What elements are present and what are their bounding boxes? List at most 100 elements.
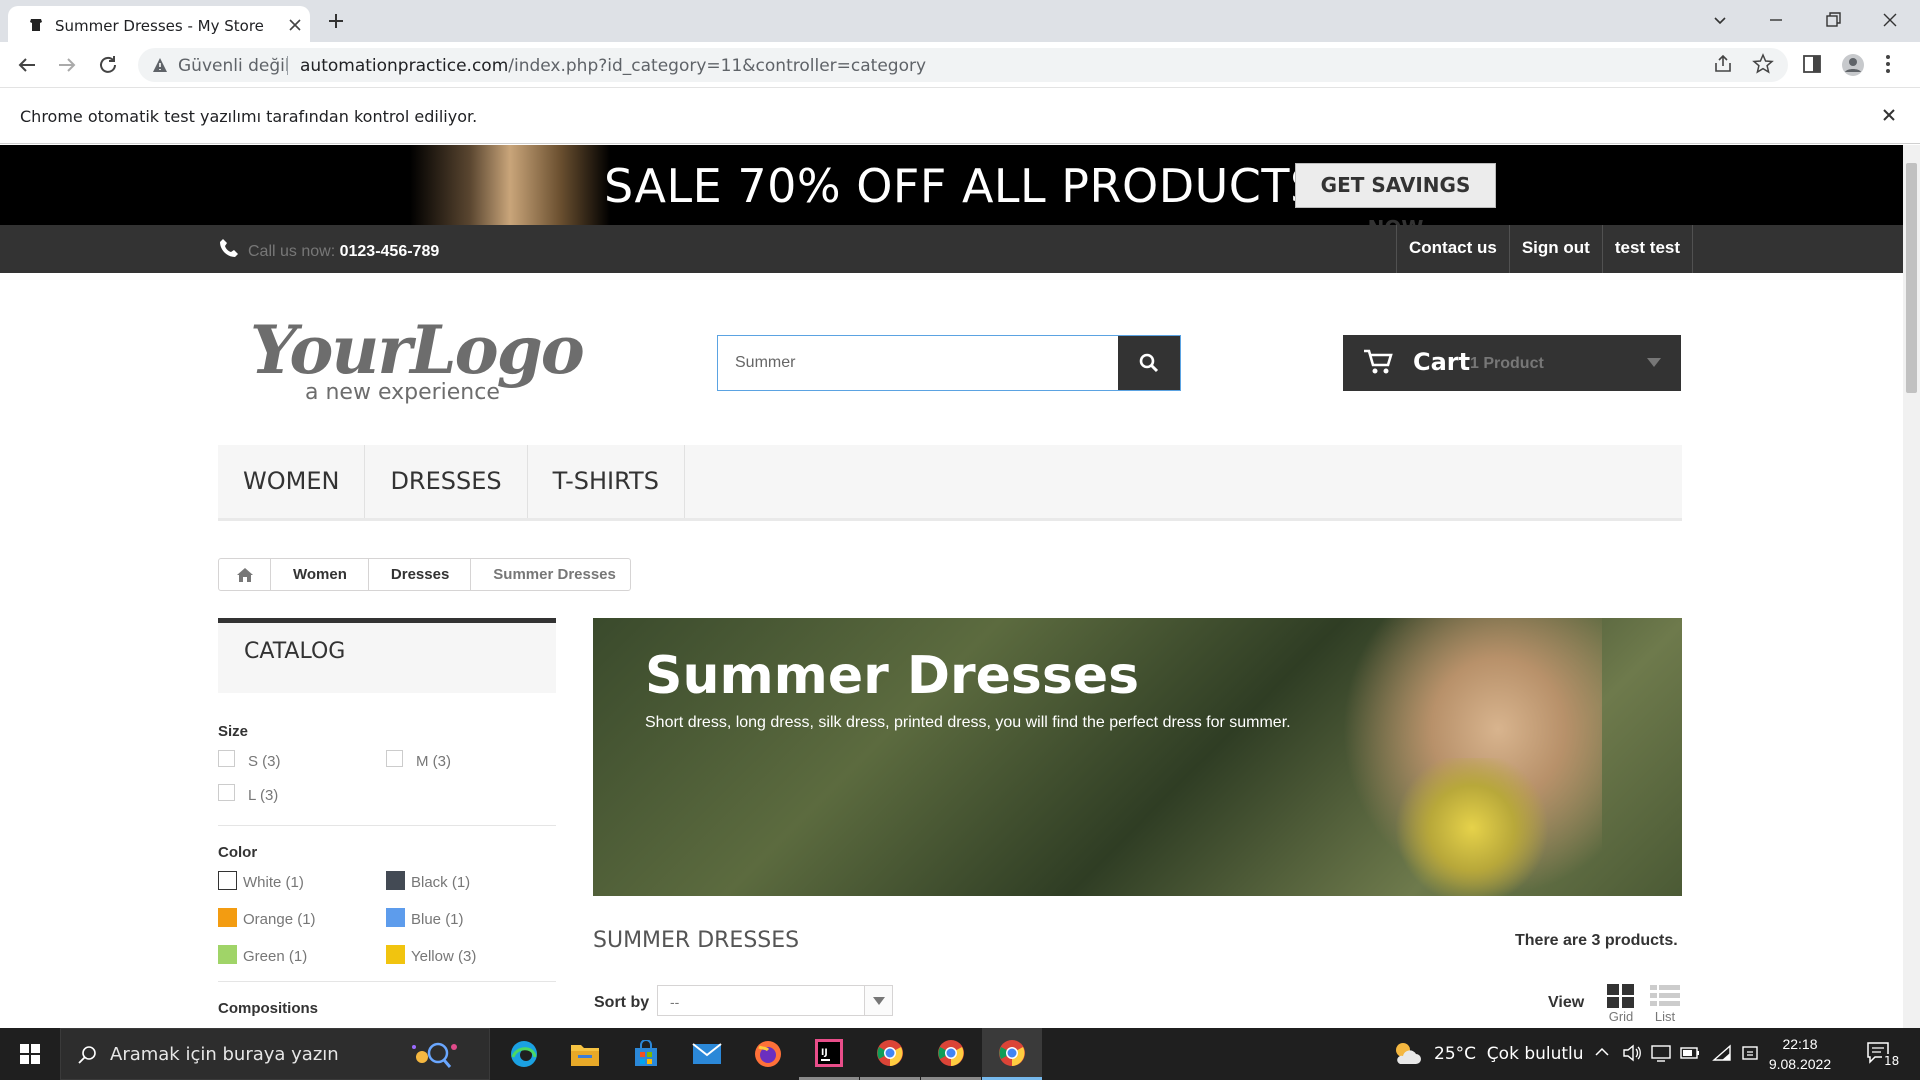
size-option-l[interactable]: L (3)	[218, 782, 338, 804]
restore-icon[interactable]	[1823, 10, 1843, 30]
browser-tab[interactable]: Summer Dresses - My Store	[8, 6, 310, 42]
color-option-blue[interactable]: Blue (1)	[386, 905, 526, 931]
bookmark-star-icon[interactable]	[1752, 53, 1774, 75]
search-button[interactable]	[1118, 336, 1180, 390]
list-view-label: List	[1654, 1009, 1676, 1024]
banner-text: SALE 70% OFF ALL PRODUCTS	[604, 159, 1320, 213]
address-bar[interactable]: Güvenli değil automationpractice.com/ind…	[138, 48, 1788, 82]
filter-divider	[218, 825, 556, 826]
windows-start-icon[interactable]	[0, 1028, 60, 1080]
menu-item-dresses[interactable]: DRESSES	[365, 445, 528, 518]
color-swatch[interactable]	[218, 908, 237, 927]
cart-icon	[1363, 349, 1393, 375]
cart-quantity: 1 Product	[1470, 355, 1544, 372]
get-savings-button[interactable]: GET SAVINGS NOW	[1295, 163, 1496, 225]
profile-avatar-icon[interactable]	[1841, 53, 1865, 77]
share-icon[interactable]	[1712, 53, 1734, 75]
weather-widget[interactable]: 25°C Çok bulutlu	[1392, 1028, 1652, 1080]
forward-arrow-icon[interactable]	[56, 54, 78, 76]
taskbar-search[interactable]: Aramak için buraya yazın	[60, 1028, 490, 1080]
color-swatch[interactable]	[386, 871, 405, 890]
notifications-icon[interactable]: 18	[1866, 1040, 1902, 1068]
breadcrumb-women[interactable]: Women	[271, 559, 369, 590]
color-filter-title: Color	[218, 844, 258, 861]
menu-item-women[interactable]: WOMEN	[218, 445, 366, 518]
page-viewport: SALE 70% OFF ALL PRODUCTS GET SAVINGS NO…	[0, 145, 1920, 1028]
category-banner-description: Short dress, long dress, silk dress, pri…	[645, 714, 1291, 731]
firefox-icon[interactable]	[738, 1028, 798, 1080]
color-option-orange[interactable]: Orange (1)	[218, 905, 358, 931]
wifi-icon[interactable]	[1712, 1044, 1732, 1064]
color-option-yellow[interactable]: Yellow (3)	[386, 942, 526, 968]
menu-kebab-icon[interactable]	[1884, 53, 1892, 75]
sort-select[interactable]: --	[657, 985, 893, 1016]
browser-toolbar: Güvenli değil automationpractice.com/ind…	[0, 42, 1920, 88]
search-input[interactable]	[718, 336, 1118, 390]
sale-banner[interactable]: SALE 70% OFF ALL PRODUCTS GET SAVINGS NO…	[0, 145, 1903, 225]
account-name-link[interactable]: test test	[1601, 225, 1694, 273]
product-count: There are 3 products.	[1515, 932, 1678, 949]
minimize-icon[interactable]	[1766, 10, 1786, 30]
infobar-close-icon[interactable]	[1882, 108, 1896, 122]
microsoft-store-icon[interactable]	[616, 1028, 676, 1080]
chevron-down-icon[interactable]	[864, 986, 892, 1015]
color-option-black[interactable]: Black (1)	[386, 868, 526, 894]
window-close-icon[interactable]	[1880, 10, 1900, 30]
checkbox[interactable]	[218, 784, 235, 801]
back-arrow-icon[interactable]	[16, 54, 38, 76]
list-view-button[interactable]: List	[1649, 983, 1681, 1024]
contact-us-link[interactable]: Contact us	[1396, 225, 1509, 273]
cart-button[interactable]: Cart 1 Product	[1343, 335, 1681, 391]
cloudy-weather-icon	[1392, 1040, 1422, 1066]
color-option-green[interactable]: Green (1)	[218, 942, 358, 968]
reload-icon[interactable]	[97, 54, 119, 76]
windows-taskbar: Aramak için buraya yazın IJ 25°C Çok bul…	[0, 1028, 1920, 1080]
clock[interactable]: 22:18 9.08.2022	[1760, 1034, 1840, 1074]
volume-icon[interactable]	[1622, 1044, 1642, 1064]
side-panel-icon[interactable]	[1801, 53, 1823, 75]
chrome-icon[interactable]	[982, 1028, 1042, 1080]
top-navbar: Call us now: 0123-456-789 Contact us Sig…	[0, 225, 1903, 273]
scrollbar-thumb[interactable]	[1906, 163, 1917, 393]
url-domain: automationpractice.com	[300, 56, 509, 76]
size-option-m[interactable]: M (3)	[386, 748, 506, 770]
page-scrollbar[interactable]	[1903, 145, 1920, 1028]
svg-text:YourLogo: YourLogo	[250, 311, 583, 389]
chevron-up-icon[interactable]	[1594, 1044, 1610, 1064]
color-option-white[interactable]: White (1)	[218, 868, 358, 894]
color-swatch[interactable]	[386, 908, 405, 927]
file-explorer-icon[interactable]	[555, 1028, 615, 1080]
color-swatch[interactable]	[218, 871, 237, 890]
menu-item-tshirts[interactable]: T-SHIRTS	[528, 445, 685, 518]
account-links: Contact us Sign out test test	[1396, 225, 1694, 273]
size-option-s[interactable]: S (3)	[218, 748, 338, 770]
battery-icon[interactable]	[1680, 1044, 1700, 1064]
tab-search-chevron-icon[interactable]	[1710, 10, 1730, 30]
mail-icon[interactable]	[677, 1028, 737, 1080]
url-path: /index.php?id_category=11&controller=cat…	[508, 56, 927, 76]
edge-icon[interactable]	[494, 1028, 554, 1080]
new-tab-icon[interactable]	[326, 11, 346, 31]
view-label: View	[1548, 994, 1585, 1011]
home-icon[interactable]	[219, 559, 271, 590]
notification-count: 18	[1882, 1054, 1902, 1068]
intellij-icon[interactable]: IJ	[799, 1028, 859, 1080]
keyboard-language-icon[interactable]	[1742, 1044, 1758, 1064]
tab-strip: Summer Dresses - My Store	[0, 0, 1920, 42]
sign-out-link[interactable]: Sign out	[1508, 225, 1602, 273]
grid-view-button[interactable]: Grid	[1606, 983, 1636, 1024]
checkbox[interactable]	[218, 750, 235, 767]
checkbox[interactable]	[386, 750, 403, 767]
chrome-icon[interactable]	[860, 1028, 920, 1080]
warning-icon[interactable]	[152, 57, 168, 73]
tab-close-icon[interactable]	[288, 18, 302, 32]
color-swatch[interactable]	[386, 945, 405, 964]
chrome-icon[interactable]	[921, 1028, 981, 1080]
url-text[interactable]: automationpractice.com/index.php?id_cate…	[300, 56, 926, 76]
color-swatch[interactable]	[218, 945, 237, 964]
security-label[interactable]: Güvenli değil	[178, 56, 290, 76]
display-icon[interactable]	[1651, 1044, 1671, 1064]
breadcrumb-dresses[interactable]: Dresses	[369, 559, 472, 590]
sort-value: --	[670, 994, 680, 1010]
store-logo[interactable]: YourLogo a new experience	[250, 305, 605, 405]
